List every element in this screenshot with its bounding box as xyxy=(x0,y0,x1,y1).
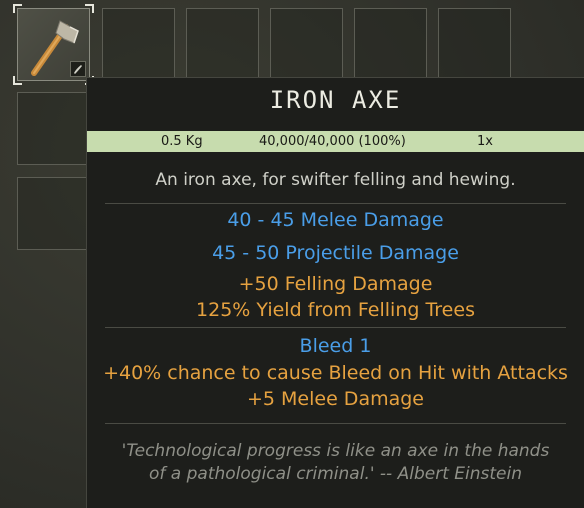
inventory-slot[interactable] xyxy=(270,8,343,81)
item-quantity: 1x xyxy=(477,134,493,149)
selection-corner xyxy=(13,4,22,13)
stat-yield: 125% Yield from Felling Trees xyxy=(196,299,475,321)
flavor-quote-line2: of a pathological criminal.' -- Albert E… xyxy=(149,464,522,484)
item-durability: 40,000/40,000 (100%) xyxy=(259,134,406,149)
inventory-slot-selected[interactable] xyxy=(13,4,94,85)
selection-corner xyxy=(13,76,22,85)
inventory-slot[interactable] xyxy=(102,8,175,81)
divider xyxy=(105,327,566,328)
dye-brush-icon xyxy=(70,61,86,77)
stat-felling-damage: +50 Felling Damage xyxy=(238,273,433,295)
item-description: An iron axe, for swifter felling and hew… xyxy=(155,170,516,190)
inventory-slot[interactable] xyxy=(17,177,90,250)
bleed-melee-damage: +5 Melee Damage xyxy=(246,388,424,410)
inventory-slot[interactable] xyxy=(438,8,511,81)
divider xyxy=(105,423,566,424)
divider xyxy=(105,203,566,204)
flavor-quote-line1: 'Technological progress is like an axe i… xyxy=(121,441,550,461)
item-info-bar: 0.5 Kg 40,000/40,000 (100%) 1x xyxy=(87,131,584,152)
selection-corner xyxy=(85,4,94,13)
item-weight: 0.5 Kg xyxy=(161,134,203,149)
inventory-slot[interactable] xyxy=(17,92,90,165)
item-tooltip: IRON AXE 0.5 Kg 40,000/40,000 (100%) 1x … xyxy=(86,77,584,508)
inventory-slot[interactable] xyxy=(186,8,259,81)
item-title: IRON AXE xyxy=(269,86,402,114)
bleed-title: Bleed 1 xyxy=(299,335,372,357)
inventory-slot[interactable] xyxy=(354,8,427,81)
stat-projectile-damage: 45 - 50 Projectile Damage xyxy=(212,242,459,264)
bleed-chance: +40% chance to cause Bleed on Hit with A… xyxy=(103,362,568,384)
stat-melee-damage: 40 - 45 Melee Damage xyxy=(227,209,444,231)
